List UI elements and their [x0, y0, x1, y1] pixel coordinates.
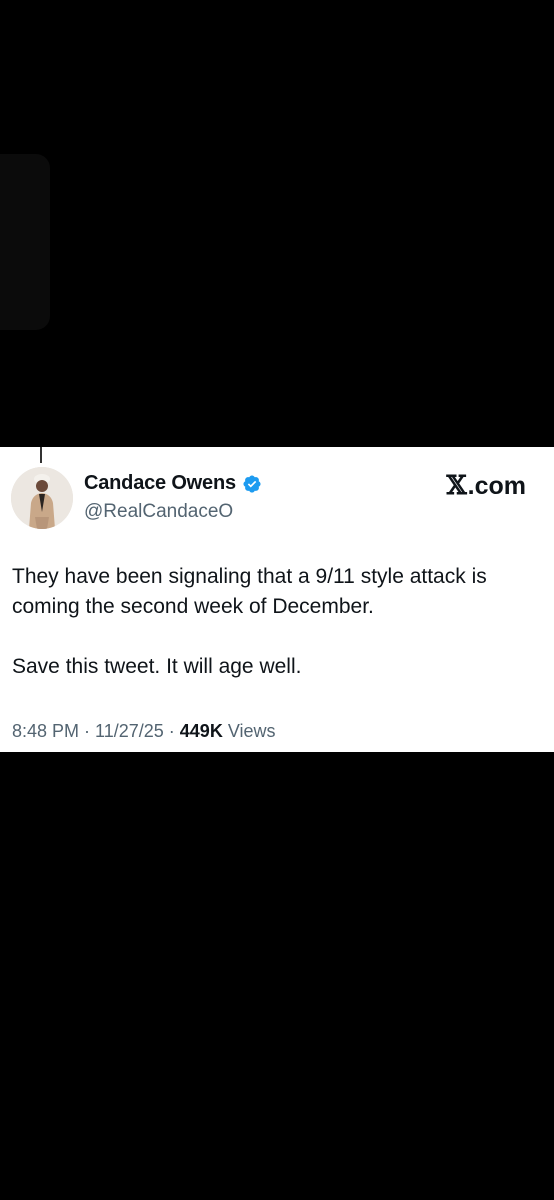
tweet-date[interactable]: 11/27/25	[95, 721, 164, 741]
tweet-time[interactable]: 8:48 PM	[12, 721, 79, 741]
avatar-image	[11, 467, 73, 529]
tweet-body: They have been signaling that a 9/11 sty…	[12, 562, 542, 682]
tweet-meta: 8:48 PM · 11/27/25 · 449K Views	[12, 721, 276, 742]
avatar[interactable]	[11, 467, 73, 529]
tweet-card[interactable]: Candace Owens @RealCandaceO 𝕏 .com They …	[0, 447, 554, 752]
author-name-row[interactable]: Candace Owens	[84, 472, 262, 495]
views-label: Views	[222, 721, 276, 741]
brand-domain-suffix: .com	[467, 472, 526, 500]
meta-separator: ·	[163, 721, 180, 741]
background-panel	[0, 154, 50, 330]
views-count: 449K	[179, 721, 223, 741]
x-logo-icon: 𝕏	[446, 471, 467, 501]
author-handle[interactable]: @RealCandaceO	[84, 501, 233, 523]
verified-badge-icon	[242, 474, 262, 494]
tweet-paragraph: They have been signaling that a 9/11 sty…	[12, 565, 487, 618]
meta-separator: ·	[79, 721, 96, 741]
thread-connector-line	[40, 447, 42, 463]
x-com-brand: 𝕏 .com	[446, 471, 526, 501]
tweet-paragraph: Save this tweet. It will age well.	[12, 655, 302, 678]
author-display-name[interactable]: Candace Owens	[84, 472, 236, 495]
